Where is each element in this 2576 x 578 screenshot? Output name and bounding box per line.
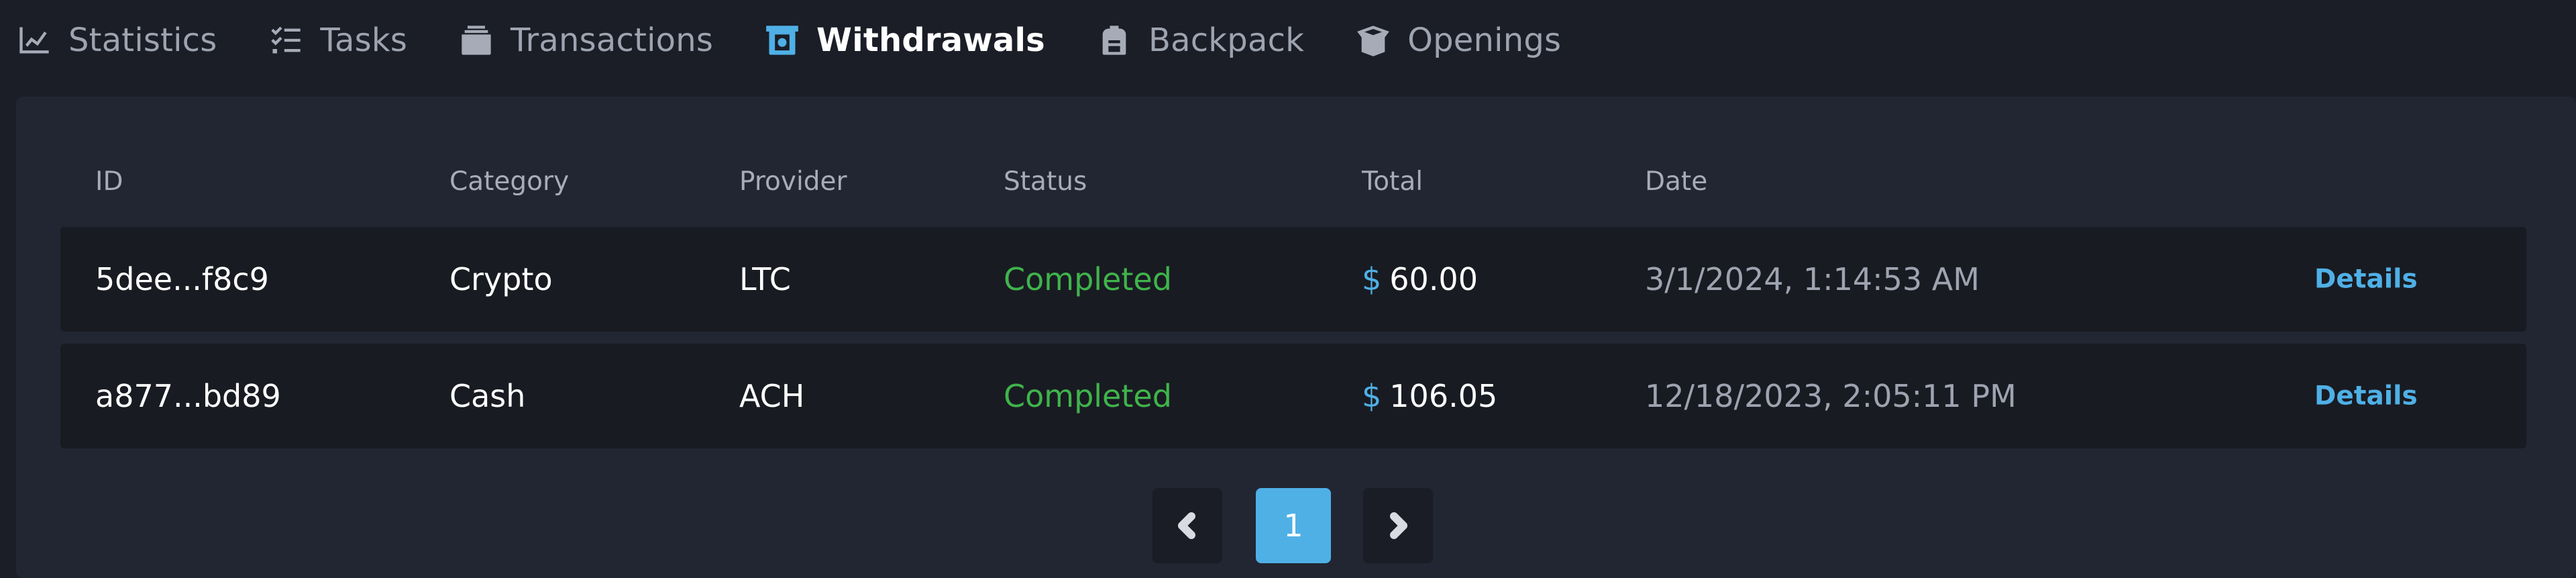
tab-label: Openings xyxy=(1407,21,1562,59)
withdrawal-provider: LTC xyxy=(739,261,791,297)
header-id: ID xyxy=(95,166,123,197)
tab-tasks[interactable]: Tasks xyxy=(266,0,407,81)
header-total: Total xyxy=(1362,166,1424,197)
withdrawal-id: a877...bd89 xyxy=(95,378,281,414)
tab-label: Withdrawals xyxy=(816,21,1045,59)
tab-label: Statistics xyxy=(68,21,217,59)
tab-withdrawals[interactable]: Withdrawals xyxy=(763,0,1045,81)
stack-icon xyxy=(457,21,496,60)
withdrawal-id: 5dee...f8c9 xyxy=(95,261,269,297)
currency-symbol: $ xyxy=(1362,378,1382,414)
withdrawal-total: $60.00 xyxy=(1362,261,1478,297)
withdrawal-category: Cash xyxy=(449,378,526,414)
tab-statistics[interactable]: Statistics xyxy=(15,0,217,81)
next-page-button[interactable] xyxy=(1363,488,1433,563)
chart-line-icon xyxy=(15,21,54,60)
total-value: 60.00 xyxy=(1389,261,1478,297)
atm-withdraw-icon xyxy=(763,21,802,60)
tab-label: Transactions xyxy=(511,21,714,59)
tab-transactions[interactable]: Transactions xyxy=(457,0,713,81)
withdrawal-category: Crypto xyxy=(449,261,553,297)
withdrawal-total: $106.05 xyxy=(1362,378,1497,414)
withdrawal-provider: ACH xyxy=(739,378,805,414)
status-completed: Completed xyxy=(1004,378,1172,414)
details-link[interactable]: Details xyxy=(2314,381,2418,412)
currency-symbol: $ xyxy=(1362,261,1382,297)
total-value: 106.05 xyxy=(1389,378,1498,414)
header-provider: Provider xyxy=(739,166,847,197)
table-row: a877...bd89 Cash ACH Completed $106.05 1… xyxy=(60,344,2526,448)
table-row: 5dee...f8c9 Crypto LTC Completed $60.00 … xyxy=(60,227,2526,332)
box-open-icon xyxy=(1354,21,1393,60)
tab-bar: Statistics Tasks Transactions Withdrawal… xyxy=(0,0,2576,81)
header-status: Status xyxy=(1004,166,1087,197)
table-header: ID Category Provider Status Total Date xyxy=(0,149,2576,216)
chevron-right-icon xyxy=(1390,512,1407,539)
tab-label: Backpack xyxy=(1148,21,1305,59)
details-link[interactable]: Details xyxy=(2314,264,2418,295)
header-date: Date xyxy=(1645,166,1708,197)
tab-backpack[interactable]: Backpack xyxy=(1095,0,1304,81)
prev-page-button[interactable] xyxy=(1152,488,1222,563)
withdrawal-date: 3/1/2024, 1:14:53 AM xyxy=(1645,261,1980,297)
tab-label: Tasks xyxy=(320,21,408,59)
tab-openings[interactable]: Openings xyxy=(1354,0,1561,81)
chevron-left-icon xyxy=(1178,512,1195,539)
backpack-icon xyxy=(1095,21,1134,60)
page-1-button[interactable]: 1 xyxy=(1256,488,1331,563)
status-completed: Completed xyxy=(1004,261,1172,297)
header-category: Category xyxy=(449,166,570,197)
checklist-icon xyxy=(266,21,305,60)
withdrawal-date: 12/18/2023, 2:05:11 PM xyxy=(1645,378,2017,414)
